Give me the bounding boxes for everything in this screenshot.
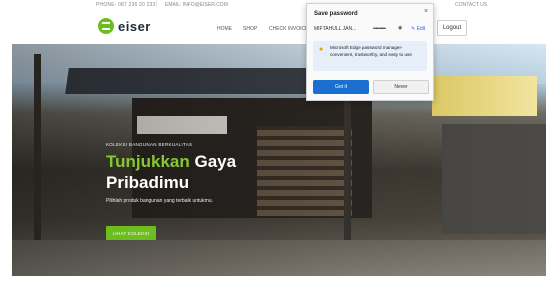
got-it-button[interactable]: Got it: [313, 80, 369, 94]
logo-text: eiser: [118, 18, 151, 34]
save-password-popup: Save password × MIFTAHULL JAN... •••••••…: [306, 3, 434, 101]
hero-headline-line2: Pribadimu: [106, 173, 190, 192]
lightbulb-icon: ●: [319, 46, 324, 53]
popup-title: Save password: [314, 11, 358, 17]
view-collection-button[interactable]: LIHAT KOLEKSI: [106, 226, 156, 240]
edit-button[interactable]: ✎ Edit: [411, 26, 425, 32]
username-field[interactable]: MIFTAHULL JAN...: [314, 26, 356, 32]
eye-icon[interactable]: ◉: [398, 25, 402, 31]
phone-text: PHONE: 087 236 20 233: [96, 2, 156, 8]
site-logo[interactable]: eiser: [98, 18, 151, 34]
hero-headline-highlight: Tunjukkan: [106, 152, 190, 171]
hero-subline: Pilihlah produk bangunan yang terbaik un…: [106, 198, 214, 204]
email-text: EMAIL: INFO@EISER.COM: [165, 2, 228, 8]
top-contact-bar: PHONE: 087 236 20 233 | EMAIL: INFO@EISE…: [0, 0, 555, 12]
close-icon[interactable]: ×: [424, 8, 428, 15]
nav-shop[interactable]: SHOP: [243, 26, 257, 32]
topbar-separator: |: [156, 1, 158, 7]
logout-button[interactable]: Logout: [437, 20, 467, 36]
hero-banner: [12, 44, 546, 276]
hero-overlay: [12, 44, 546, 276]
logo-icon: [98, 18, 114, 34]
hero-headline-word: Gaya: [189, 152, 237, 171]
hero-headline: Tunjukkan Gaya Pribadimu: [106, 151, 236, 193]
hero-eyebrow: KOLEKSI BANGUNAN BERKUALITAS: [106, 142, 193, 147]
contact-link[interactable]: CONTACT US: [455, 2, 487, 8]
info-text: Microsoft Edge password manager- conveni…: [330, 45, 412, 57]
never-button[interactable]: Never: [373, 80, 429, 94]
password-field[interactable]: ••••••••••: [373, 26, 386, 32]
nav-check-invoice[interactable]: CHECK INVOICE: [269, 26, 308, 32]
nav-home[interactable]: HOME: [217, 26, 232, 32]
